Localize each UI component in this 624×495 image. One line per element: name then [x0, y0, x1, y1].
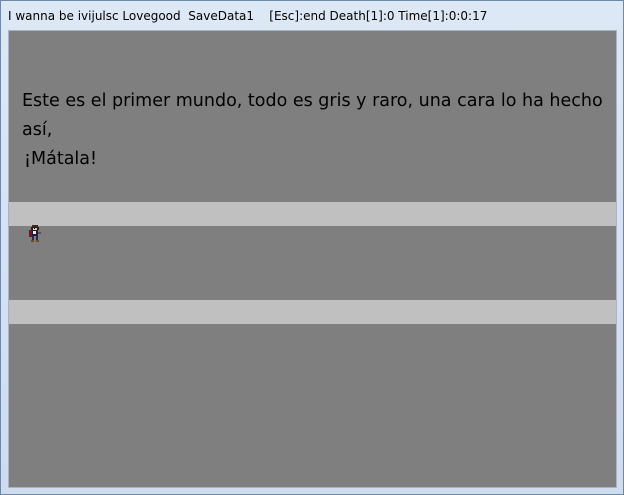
dialog-line-1: Este es el primer mundo, todo es gris y …: [22, 91, 603, 140]
kid-character-icon: [29, 225, 41, 242]
game-window: I wanna be ivijulsc Lovegood SaveData1 […: [0, 0, 624, 495]
window-title: I wanna be ivijulsc Lovegood SaveData1 […: [8, 9, 488, 23]
game-viewport[interactable]: Este es el primer mundo, todo es gris y …: [8, 30, 617, 488]
upper-platform: [9, 202, 616, 226]
dialog-line-2: ¡Mátala!: [24, 149, 98, 169]
dialog-text: Este es el primer mundo, todo es gris y …: [22, 87, 612, 174]
lower-platform: [9, 300, 616, 324]
title-bar[interactable]: I wanna be ivijulsc Lovegood SaveData1 […: [1, 1, 623, 31]
